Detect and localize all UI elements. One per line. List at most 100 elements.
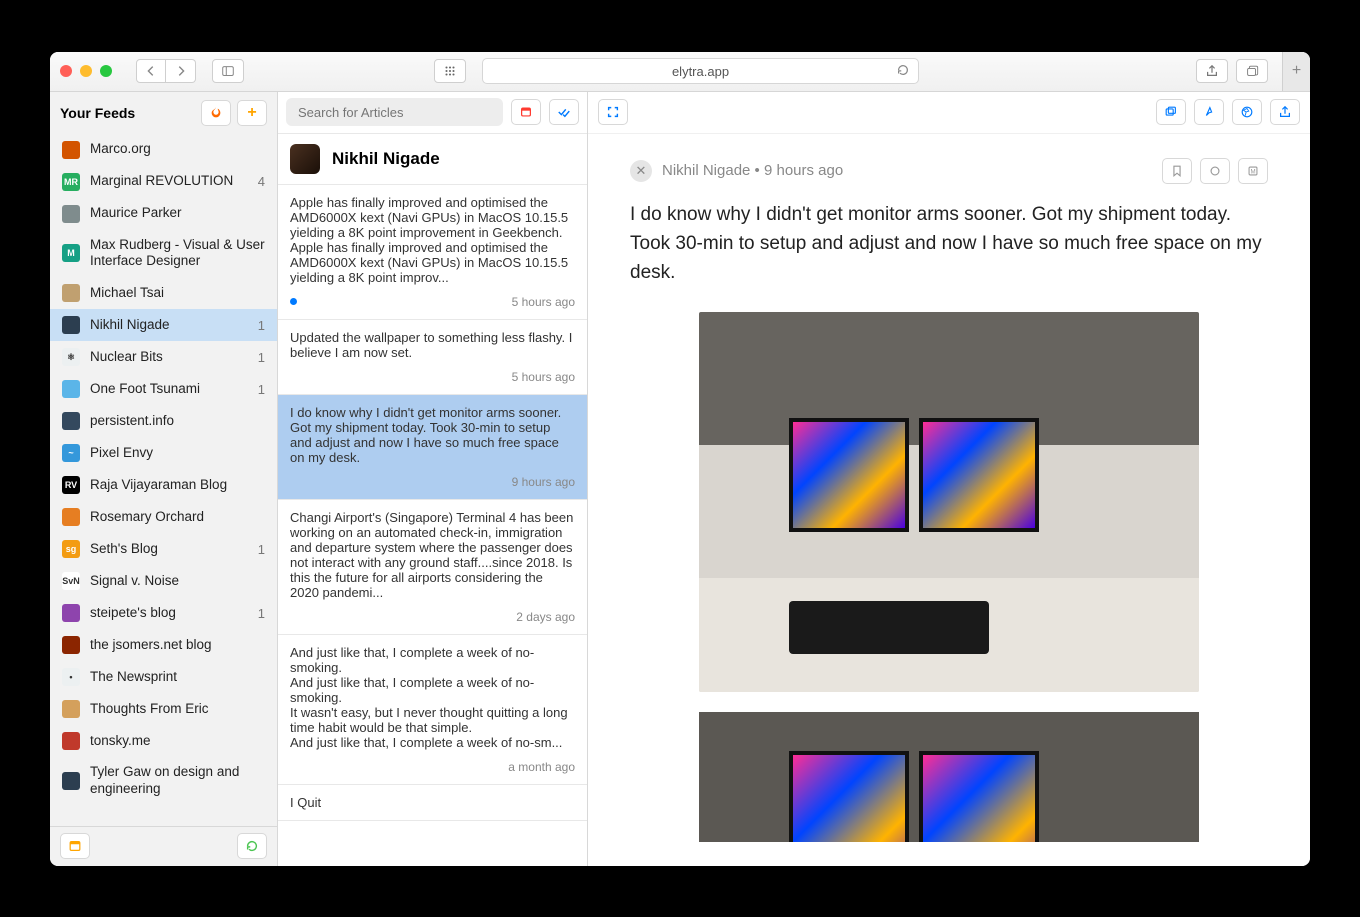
feed-favicon: • [62, 668, 80, 686]
apps-grid-button[interactable] [434, 59, 466, 83]
address-bar[interactable]: elytra.app [482, 58, 919, 84]
svg-text:M: M [1250, 168, 1255, 175]
article-timestamp: 2 days ago [290, 610, 575, 624]
feed-favicon: ⚛ [62, 348, 80, 366]
article-list-item[interactable]: Updated the wallpaper to something less … [278, 320, 587, 395]
article-excerpt: I do know why I didn't get monitor arms … [290, 405, 575, 465]
feed-name: Thoughts From Eric [90, 701, 265, 718]
reader-pane: ✕ Nikhil Nigade • 9 hours ago M [588, 92, 1310, 866]
sidebar-item-feed[interactable]: SvNSignal v. Noise [50, 565, 277, 597]
article-byline: Nikhil Nigade • 9 hours ago [662, 162, 843, 179]
share-article-button[interactable] [1270, 99, 1300, 125]
sidebar-item-feed[interactable]: tonsky.me [50, 725, 277, 757]
microblog-button[interactable]: M [1238, 158, 1268, 184]
article-image-1 [699, 312, 1199, 692]
feed-name: Michael Tsai [90, 285, 265, 302]
sidebar-item-feed[interactable]: Maurice Parker [50, 198, 277, 230]
forward-button[interactable] [166, 59, 196, 83]
maximize-window[interactable] [100, 65, 112, 77]
feed-name: Nuclear Bits [90, 349, 248, 366]
sidebar-item-feed[interactable]: MMax Rudberg - Visual & User Interface D… [50, 230, 277, 278]
article-excerpt: And just like that, I complete a week of… [290, 645, 575, 750]
article-timestamp: a month ago [290, 760, 575, 774]
sidebar-item-feed[interactable]: One Foot Tsunami1 [50, 373, 277, 405]
article-list-pane: Nikhil Nigade Apple has finally improved… [278, 92, 588, 866]
sidebar-item-feed[interactable]: steipete's blog1 [50, 597, 277, 629]
feed-name: Pixel Envy [90, 445, 265, 462]
feed-favicon [62, 700, 80, 718]
minimize-window[interactable] [80, 65, 92, 77]
feed-name: Nikhil Nigade [90, 317, 248, 334]
url-text: elytra.app [672, 64, 729, 79]
bookmark-button[interactable] [1162, 158, 1192, 184]
feed-favicon [62, 380, 80, 398]
feed-favicon [62, 284, 80, 302]
today-button[interactable] [60, 833, 90, 859]
feed-favicon [62, 732, 80, 750]
feed-name: Seth's Blog [90, 541, 248, 558]
feeds-sidebar: Your Feeds + Marco.orgMRMarginal REVOLUT… [50, 92, 278, 866]
back-button[interactable] [136, 59, 166, 83]
sidebar-item-feed[interactable]: persistent.info [50, 405, 277, 437]
sidebar-item-feed[interactable]: • The Newsprint [50, 661, 277, 693]
window-controls [60, 65, 112, 77]
tabs-button[interactable] [1236, 59, 1268, 83]
sidebar-item-feed[interactable]: Tyler Gaw on design and engineering [50, 757, 277, 805]
refresh-feeds-button[interactable] [237, 833, 267, 859]
feed-favicon: sg [62, 540, 80, 558]
article-timestamp: 5 hours ago [290, 295, 575, 309]
gallery-button[interactable] [1156, 99, 1186, 125]
feed-name: The Newsprint [90, 669, 265, 686]
unread-badge: 1 [258, 318, 265, 333]
article-timestamp: 9 hours ago [290, 475, 575, 489]
sidebar-toggle[interactable] [212, 59, 244, 83]
feed-name: the jsomers.net blog [90, 637, 265, 654]
fullscreen-button[interactable] [598, 99, 628, 125]
feed-header: Nikhil Nigade [278, 134, 587, 185]
hot-feeds-button[interactable] [201, 100, 231, 126]
article-list-item[interactable]: Apple has finally improved and optimised… [278, 185, 587, 320]
feed-name: Tyler Gaw on design and engineering [90, 764, 265, 798]
feed-favicon [62, 508, 80, 526]
feed-name: Marginal REVOLUTION [90, 173, 248, 190]
sidebar-item-feed[interactable]: ⚛Nuclear Bits1 [50, 341, 277, 373]
feed-name: Maurice Parker [90, 205, 265, 222]
feed-favicon [62, 316, 80, 334]
article-list-item[interactable]: I do know why I didn't get monitor arms … [278, 395, 587, 500]
feed-favicon [62, 205, 80, 223]
add-feed-button[interactable]: + [237, 100, 267, 126]
feed-name: Max Rudberg - Visual & User Interface De… [90, 237, 265, 271]
feed-avatar [290, 144, 320, 174]
sidebar-item-feed[interactable]: the jsomers.net blog [50, 629, 277, 661]
reload-icon[interactable] [896, 63, 910, 80]
new-tab-button[interactable]: + [1282, 52, 1310, 92]
article-excerpt: Apple has finally improved and optimised… [290, 195, 575, 285]
sidebar-item-feed[interactable]: sgSeth's Blog1 [50, 533, 277, 565]
appearance-button[interactable] [1194, 99, 1224, 125]
sidebar-item-feed[interactable]: Michael Tsai [50, 277, 277, 309]
article-body: I do know why I didn't get monitor arms … [630, 200, 1268, 288]
sidebar-item-feed[interactable]: RVRaja Vijayaraman Blog [50, 469, 277, 501]
article-image-2 [699, 712, 1199, 842]
search-input[interactable] [286, 98, 503, 126]
article-excerpt: I Quit [290, 795, 575, 810]
article-list-item[interactable]: And just like that, I complete a week of… [278, 635, 587, 785]
feed-name: Marco.org [90, 141, 265, 158]
sidebar-item-feed[interactable]: Nikhil Nigade 1 [50, 309, 277, 341]
sidebar-item-feed[interactable]: MRMarginal REVOLUTION4 [50, 166, 277, 198]
mark-all-read-button[interactable] [549, 99, 579, 125]
sidebar-item-feed[interactable]: Thoughts From Eric [50, 693, 277, 725]
unread-dot-icon [290, 298, 297, 305]
sidebar-item-feed[interactable]: Marco.org [50, 134, 277, 166]
sort-button[interactable] [511, 99, 541, 125]
close-article-icon[interactable]: ✕ [630, 160, 652, 182]
article-list-item[interactable]: Changi Airport's (Singapore) Terminal 4 … [278, 500, 587, 635]
sidebar-item-feed[interactable]: Rosemary Orchard [50, 501, 277, 533]
unread-toggle-button[interactable] [1200, 158, 1230, 184]
article-list-item[interactable]: I Quit [278, 785, 587, 821]
feed-favicon [62, 772, 80, 790]
share-button[interactable] [1196, 59, 1228, 83]
close-window[interactable] [60, 65, 72, 77]
sidebar-item-feed[interactable]: ~Pixel Envy [50, 437, 277, 469]
open-browser-button[interactable] [1232, 99, 1262, 125]
